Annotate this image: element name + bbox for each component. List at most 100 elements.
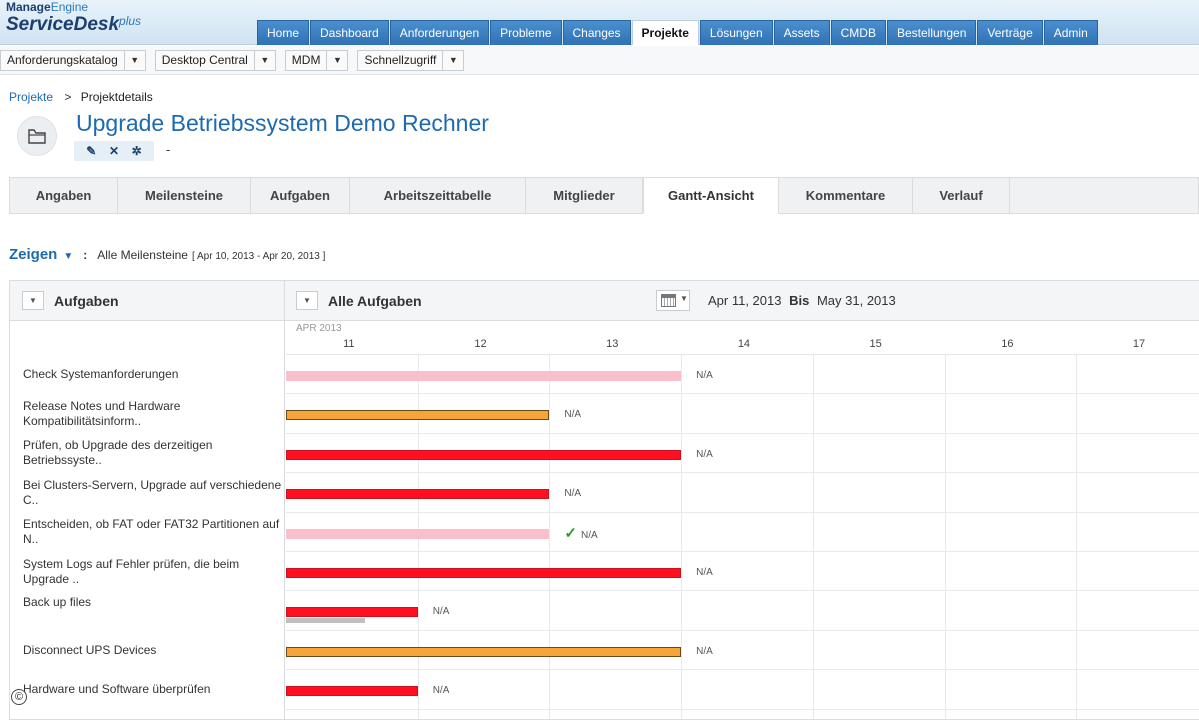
task-status-label: N/A [564,409,581,420]
task-row-name[interactable]: Hardware und Software überprüfen [10,670,285,709]
gantt-timeline: APR 2013 11 12 13 14 15 16 17 N/A N/A N/A N/A ✓ N/A N… [286,321,1199,719]
chevron-down-icon[interactable]: ▼ [253,49,276,71]
day-gridline [1076,354,1077,719]
delete-x-icon[interactable]: ✕ [109,144,119,158]
nav-tab-dashboard[interactable]: Dashboard [310,20,389,45]
edit-pencil-icon[interactable]: ✎ [86,144,96,158]
page-title: Upgrade Betriebssystem Demo Rechner [76,110,489,136]
gantt-task-bar[interactable] [286,489,550,500]
calendar-picker[interactable]: ▼ [656,290,690,311]
task-status-text: N/A [696,448,713,460]
logo-engine-text: Engine [50,0,89,14]
app-window: ManageEngine ServiceDeskplus Home Dashboa… [0,0,1199,720]
zeigen-chevron-down-icon[interactable]: ▼ [63,251,73,262]
task-status-label: N/A [564,488,581,499]
task-status-label: N/A [433,606,450,617]
tab-gantt-ansicht[interactable]: Gantt-Ansicht [643,177,779,214]
gear-icon[interactable]: ✲ [132,144,142,158]
gantt-task-bar[interactable] [286,646,682,657]
subbar-desktop-central-dropdown[interactable]: Desktop Central ▼ [154,49,276,71]
date-from: Apr 11, 2013 [708,293,782,308]
task-status-label: N/A [696,567,713,578]
logo-plus-text: plus [119,14,142,28]
timeline-day-17: 17 [1132,338,1146,350]
breadcrumb-separator: > [64,90,72,104]
nav-tab-losungen[interactable]: Lösungen [699,20,773,45]
servicedesk-logo[interactable]: ManageEngine ServiceDeskplus [6,0,141,36]
subbar-mdm-dropdown[interactable]: MDM ▼ [284,49,349,71]
breadcrumb-projekte-link[interactable]: Projekte [9,90,53,104]
nav-tab-bestellungen[interactable]: Bestellungen [886,20,977,45]
breadcrumb-current: Projektdetails [80,90,153,104]
task-row-name[interactable]: System Logs auf Fehler prüfen, die beim … [10,552,285,591]
task-status-text: N/A [564,409,582,421]
task-row-name[interactable]: Release Notes und Hardware Kompatibilitä… [10,394,285,433]
chevron-down-icon[interactable]: ▼ [326,49,349,71]
nav-tab-home[interactable]: Home [257,20,310,45]
filter-selection: Alle Meilensteine [97,248,188,262]
timeline-month: APR 2013 [296,323,342,334]
nav-tab-changes[interactable]: Changes [562,20,631,45]
gantt-left-header: ▼ Aufgaben [10,281,285,321]
task-row-name[interactable]: If domain controller upgrades are [10,710,285,719]
nav-tab-probleme[interactable]: Probleme [490,20,562,45]
nav-tab-assets[interactable]: Assets [773,20,830,45]
subbar-item-label: Anforderungskatalog [0,49,124,71]
task-filter-menu-icon[interactable]: ▼ [296,291,318,310]
timeline-scale-line [286,354,1199,355]
task-row-name[interactable]: Prüfen, ob Upgrade des derzeitigen Betri… [10,434,285,473]
nav-tab-vertrage[interactable]: Verträge [977,20,1043,45]
tab-kommentare[interactable]: Kommentare [779,178,913,213]
alle-aufgaben-dropdown[interactable]: Alle Aufgaben [328,293,422,309]
gantt-chart: ▼ Aufgaben ▼ Alle Aufgaben ▼ Apr 11, 201… [9,280,1199,720]
subbar-item-label: MDM [284,49,327,71]
task-status-label: ✓ N/A [564,524,597,542]
project-actions: ✎ ✕ ✲ [74,141,154,161]
chevron-down-icon[interactable]: ▼ [123,49,146,71]
tab-meilensteine[interactable]: Meilensteine [118,178,251,213]
gantt-task-bar[interactable] [286,410,550,421]
gantt-task-bar[interactable] [286,607,418,618]
tab-angaben[interactable]: Angaben [10,178,118,213]
breadcrumb: Projekte > Projektdetails [9,90,153,104]
subbar-schnellzugriff-dropdown[interactable]: Schnellzugriff ▼ [357,49,465,71]
gantt-task-bar[interactable] [286,686,418,697]
task-progress-bar [286,618,366,624]
day-gridline [681,354,682,719]
gantt-header: ▼ Aufgaben ▼ Alle Aufgaben ▼ Apr 11, 201… [10,281,1199,321]
gantt-task-bar[interactable] [286,449,682,460]
task-row-name[interactable]: Back up files [10,591,285,630]
subbar-anforderungskatalog-dropdown[interactable]: Anforderungskatalog ▼ [0,49,146,71]
task-row-name[interactable]: Entscheiden, ob FAT oder FAT32 Partition… [10,513,285,552]
tab-aufgaben[interactable]: Aufgaben [251,178,350,213]
nav-tab-anforderungen[interactable]: Anforderungen [389,20,490,45]
tab-arbeitszeittabelle[interactable]: Arbeitszeittabelle [350,178,526,213]
row-gridline [286,512,1199,513]
chevron-down-icon[interactable]: ▼ [442,49,465,71]
nav-tab-projekte[interactable]: Projekte [631,20,699,45]
task-row-name[interactable]: Bei Clusters-Servern, Upgrade auf versch… [10,473,285,512]
timeline-day-11: 11 [343,338,355,350]
copyright-icon: © [11,689,27,705]
task-row-name[interactable]: Disconnect UPS Devices [10,631,285,670]
calendar-chevron-icon: ▼ [680,294,688,303]
task-status-label: N/A [433,685,450,696]
main-nav: Home Dashboard Anforderungen Probleme Change… [257,20,1099,45]
nav-tab-admin[interactable]: Admin [1043,20,1098,45]
task-status-text: N/A [696,645,713,657]
gantt-task-bar[interactable] [286,568,682,578]
task-row-name[interactable]: Check Systemanforderungen [10,355,285,394]
tab-verlauf[interactable]: Verlauf [913,178,1010,213]
project-status: - [166,142,171,157]
task-column-menu-icon[interactable]: ▼ [22,291,44,310]
tab-mitglieder[interactable]: Mitglieder [526,178,643,213]
gantt-task-bar[interactable] [286,528,550,539]
calendar-icon [661,294,676,307]
app-header: ManageEngine ServiceDeskplus Home Dashboa… [0,0,1199,45]
logo-servicedesk-text: ServiceDesk [6,14,120,35]
zeigen-dropdown[interactable]: Zeigen [9,246,57,263]
task-status-label: N/A [696,449,713,460]
row-gridline [286,472,1199,473]
gantt-task-bar[interactable] [286,371,682,381]
nav-tab-cmdb[interactable]: CMDB [830,20,886,45]
